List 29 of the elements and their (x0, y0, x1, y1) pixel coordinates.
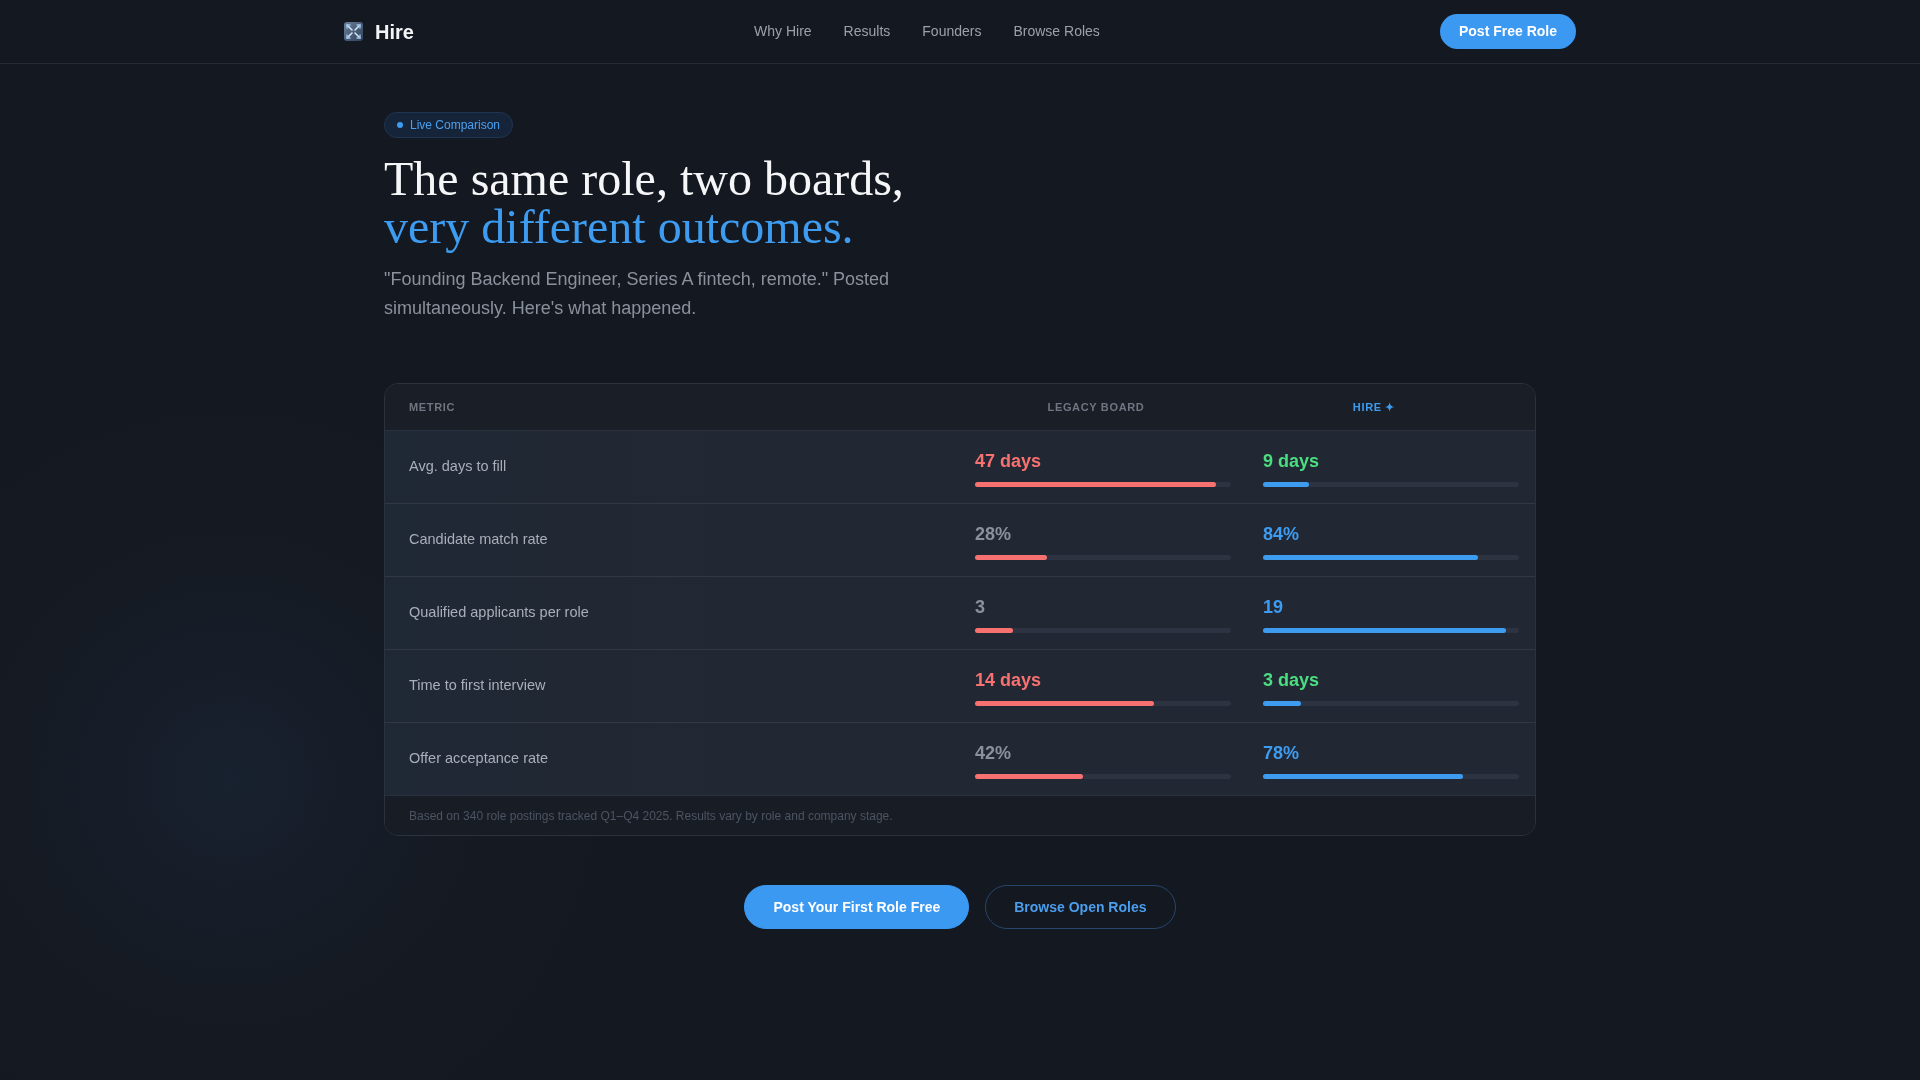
metric-value: 84% (1263, 523, 1301, 546)
metric-value: 3 days (1263, 669, 1321, 692)
metric-value: 14 days (975, 669, 1043, 692)
nav-link[interactable]: Founders (922, 21, 982, 42)
nav-link[interactable]: Results (843, 21, 891, 42)
metric-value: 9 days (1263, 450, 1321, 473)
metric-label: Candidate match rate (409, 530, 549, 550)
column-header: LEGACY BOARD (1046, 399, 1146, 415)
logo-icon (344, 22, 363, 41)
metric-value: 3 (975, 596, 986, 619)
metric-value: 42% (975, 742, 1013, 765)
metric-value: 28% (975, 523, 1013, 546)
column-header: METRIC (409, 399, 457, 415)
headline-text: The same role, two boards, (384, 155, 905, 203)
badge-text: Live Comparison (410, 117, 501, 134)
metric-value: 47 days (975, 450, 1043, 473)
subtitle-text: "Founding Backend Engineer, Series A fintech, remote." Posted simultaneously. Here's what happened. (384, 268, 891, 320)
metric-label: Offer acceptance rate (409, 749, 550, 769)
nav-link[interactable]: Why Hire (754, 21, 812, 42)
brand-name[interactable]: Hire (375, 16, 414, 47)
metric-value: 19 (1263, 596, 1285, 619)
column-header: HIRE ✦ (1351, 399, 1397, 415)
metric-label: Qualified applicants per role (409, 603, 590, 623)
metric-label: Time to first interview (409, 676, 547, 696)
nav-link[interactable]: Browse Roles (1013, 21, 1100, 42)
footnote-text: Based on 340 role postings tracked Q1–Q4 2025. Results vary by role and company stage. (385, 795, 1535, 835)
metric-value: 78% (1263, 742, 1301, 765)
metric-label: Avg. days to fill (409, 457, 508, 477)
headline-accent: very different outcomes. (384, 203, 854, 251)
